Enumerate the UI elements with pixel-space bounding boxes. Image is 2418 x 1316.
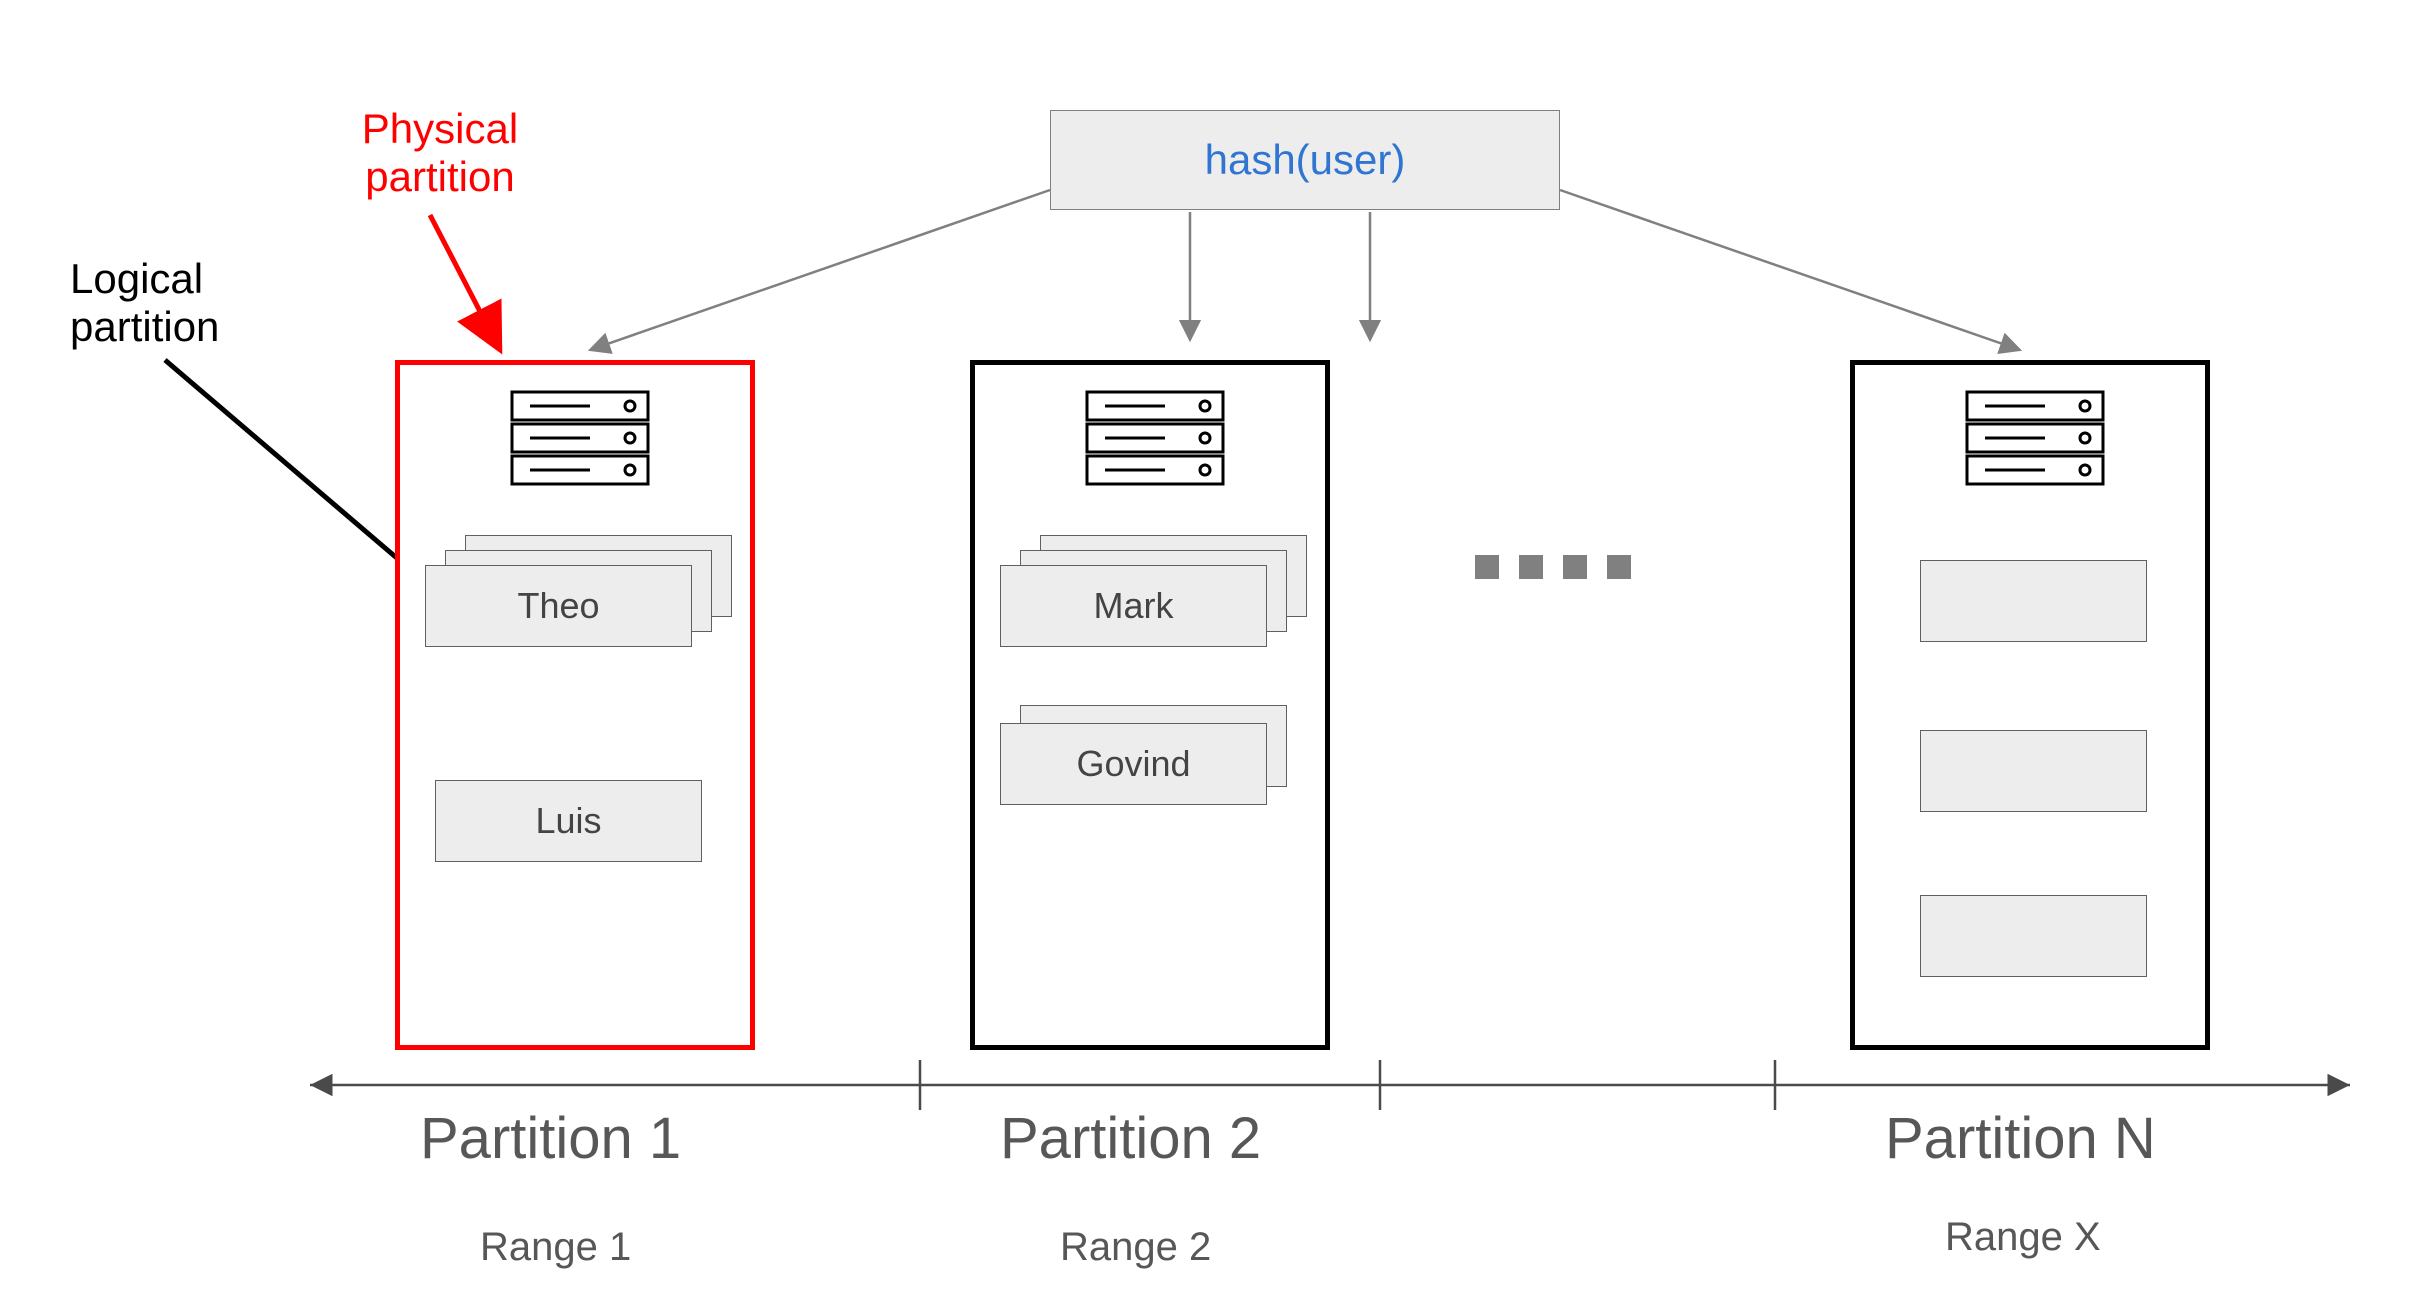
range-2-label: Range 2 [1060,1225,1211,1270]
range-axis [0,0,2418,1200]
partition-1-title: Partition 1 [420,1105,681,1172]
range-x-label: Range X [1945,1215,2101,1260]
partition-2-title: Partition 2 [1000,1105,1261,1172]
diagram-stage: hash(user) Physical partition [0,0,2418,1316]
partition-n-title: Partition N [1885,1105,2156,1172]
range-1-label: Range 1 [480,1225,631,1270]
